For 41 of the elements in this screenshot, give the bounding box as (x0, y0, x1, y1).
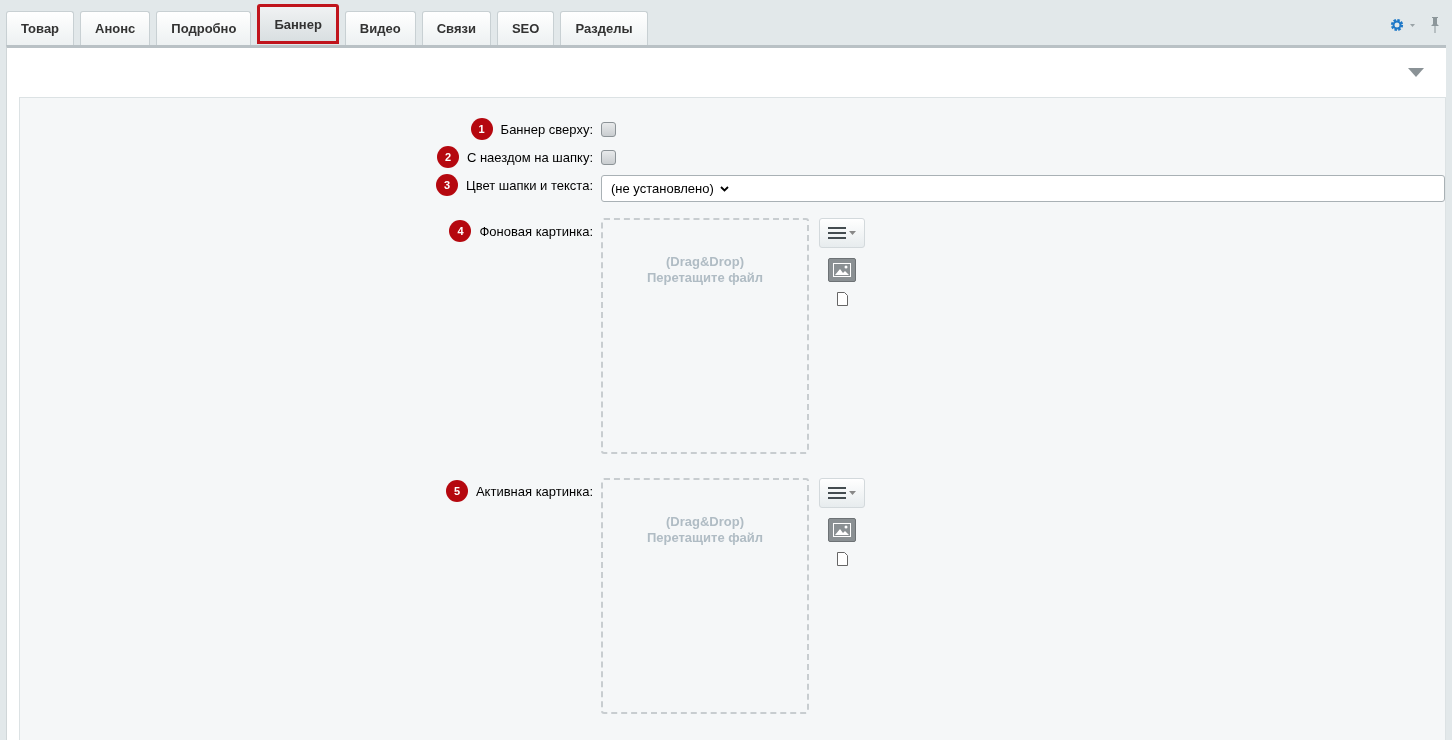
tab[interactable]: Разделы (560, 11, 648, 45)
tab[interactable]: Подробно (156, 11, 252, 45)
image-icon (833, 523, 851, 537)
field-label: С наездом на шапку: (466, 149, 593, 165)
caret-icon (849, 491, 856, 495)
tab[interactable]: Видео (344, 11, 416, 45)
tab[interactable]: Анонс (80, 11, 151, 45)
tab[interactable]: Баннер (257, 4, 339, 44)
drop-hint: (Drag&Drop) (666, 514, 744, 530)
field-label: Фоновая картинка: (479, 223, 593, 239)
file-icon[interactable] (836, 292, 848, 306)
menu-icon (828, 227, 846, 239)
tab[interactable]: SEO (496, 11, 555, 45)
file-icon[interactable] (836, 552, 848, 566)
pin-icon[interactable] (1430, 16, 1440, 33)
tab[interactable]: Товар (6, 11, 75, 45)
caret-icon (849, 231, 856, 235)
chevron-down-icon (719, 185, 729, 192)
collapse-arrow-icon[interactable] (1408, 68, 1424, 77)
checkbox[interactable] (601, 122, 616, 137)
menu-button[interactable] (819, 218, 865, 248)
drop-hint: Перетащите файл (646, 530, 764, 546)
number-badge: 1 (470, 118, 493, 140)
number-badge: 4 (449, 220, 472, 242)
drop-hint: (Drag&Drop) (666, 254, 744, 270)
number-badge: 2 (436, 146, 459, 168)
field-label: Активная картинка: (475, 483, 593, 499)
drop-hint: Перетащите файл (646, 270, 764, 286)
settings-icon[interactable] (1390, 17, 1416, 32)
color-select[interactable]: (не установлено) (601, 175, 1445, 202)
checkbox[interactable] (601, 150, 616, 165)
menu-button[interactable] (819, 478, 865, 508)
number-badge: 5 (445, 480, 468, 502)
image-button[interactable] (828, 518, 856, 542)
menu-icon (828, 487, 846, 499)
tab[interactable]: Связи (421, 11, 491, 45)
image-button[interactable] (828, 258, 856, 282)
field-label: Цвет шапки и текста: (466, 177, 593, 193)
image-icon (833, 263, 851, 277)
field-label: Баннер сверху: (500, 121, 593, 137)
number-badge: 3 (436, 174, 459, 196)
